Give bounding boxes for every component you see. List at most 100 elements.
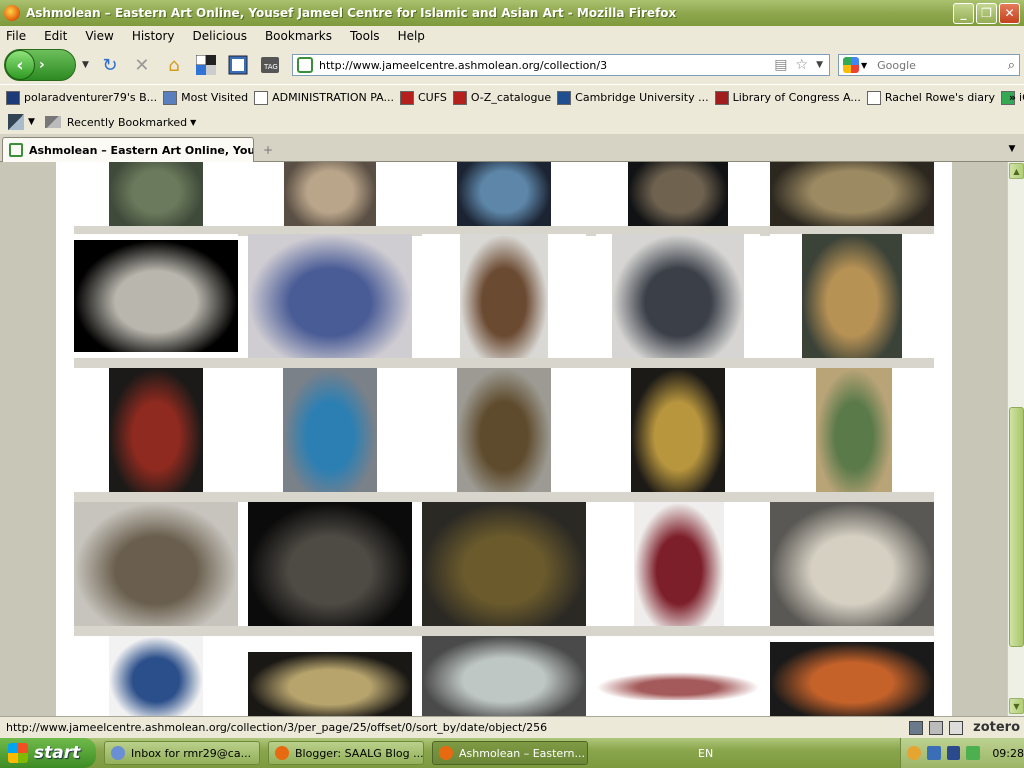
menu-delicious[interactable]: Delicious [191,29,249,43]
collection-item[interactable] [596,368,760,492]
item-thumbnail[interactable] [284,162,376,226]
tray-expand-icon[interactable] [907,746,921,760]
language-indicator[interactable]: EN [698,747,713,760]
url-dropdown-icon[interactable]: ▼ [816,60,823,70]
item-thumbnail[interactable] [109,636,203,716]
item-thumbnail[interactable] [612,234,744,358]
start-button[interactable]: start [0,738,96,768]
delicious-icon[interactable] [195,54,217,76]
bookmark-item[interactable]: ADMINISTRATION PA... [254,90,394,105]
vertical-scrollbar[interactable]: ▲ ▼ [1007,162,1024,716]
bookmark-star-icon[interactable]: ☆ [796,57,809,73]
menu-view[interactable]: View [83,29,115,43]
collection-item[interactable] [248,234,412,358]
bookmark-item[interactable]: polaradventurer79's B... [6,90,157,105]
collection-item[interactable] [248,368,412,492]
item-thumbnail[interactable] [802,234,902,358]
collection-item[interactable] [74,234,238,358]
bookmarks-panel-icon[interactable] [227,54,249,76]
item-thumbnail[interactable] [770,502,934,626]
item-thumbnail[interactable] [457,162,551,226]
collection-item[interactable] [74,636,238,716]
item-thumbnail[interactable] [770,642,934,716]
bookmark-item[interactable]: Most Visited [163,90,248,105]
item-thumbnail[interactable] [457,368,551,492]
rss-page-icon[interactable]: ▤ [774,57,787,73]
menu-help[interactable]: Help [396,29,427,43]
collection-item[interactable] [422,502,586,626]
collection-item[interactable] [248,162,412,226]
collection-item[interactable] [74,368,238,492]
item-thumbnail[interactable] [816,368,892,492]
item-thumbnail[interactable] [770,162,934,226]
stop-icon[interactable]: ✕ [131,54,153,76]
item-thumbnail[interactable] [283,368,377,492]
taskbar-button[interactable]: Ashmolean – Eastern... [432,741,588,765]
tab-list-dropdown-icon[interactable]: ▼ [1004,140,1020,158]
item-thumbnail[interactable] [422,502,586,626]
url-input[interactable] [319,56,771,74]
collection-item[interactable] [248,636,412,716]
menu-bookmarks[interactable]: Bookmarks [263,29,334,43]
back-button[interactable]: ‹ [5,50,35,80]
item-thumbnail[interactable] [74,240,238,352]
collection-item[interactable] [770,636,934,716]
collection-item[interactable] [422,234,586,358]
taskbar-button[interactable]: Blogger: SAALG Blog ... [268,741,424,765]
item-thumbnail[interactable] [74,502,238,626]
item-thumbnail[interactable] [596,672,760,700]
search-input[interactable] [877,58,1008,72]
history-dropdown-icon[interactable]: ▼ [82,60,89,70]
menu-file[interactable]: File [4,29,28,43]
search-engine-icon[interactable] [843,57,859,73]
bookmark-item[interactable]: Cambridge University ... [557,90,709,105]
close-button[interactable]: ✕ [999,2,1020,24]
collection-item[interactable] [74,162,238,226]
minimize-button[interactable]: _ [953,2,974,24]
item-thumbnail[interactable] [460,234,548,358]
chevron-down-icon[interactable]: ▼ [28,117,35,127]
item-thumbnail[interactable] [248,652,412,716]
collection-item[interactable] [596,234,760,358]
mail-status-icon[interactable] [949,720,964,735]
collection-item[interactable] [74,502,238,626]
collection-item[interactable] [422,162,586,226]
bookmark-item[interactable]: O-Z_catalogue [452,90,551,105]
item-thumbnail[interactable] [248,502,412,626]
collection-item[interactable] [770,234,934,358]
menu-tools[interactable]: Tools [348,29,382,43]
security-icon[interactable] [966,746,981,760]
taskbar-button[interactable]: Inbox for rmr29@ca... [104,741,260,765]
menu-edit[interactable]: Edit [42,29,69,43]
bookmark-item[interactable]: CUFS [399,90,447,105]
item-thumbnail[interactable] [422,636,586,716]
address-bar[interactable]: ▤ ☆ ▼ [292,54,830,76]
maximize-button[interactable]: ❐ [976,2,997,24]
network-icon[interactable] [926,746,941,760]
delicious-status-icon[interactable] [909,720,924,735]
bookmarks-overflow-button[interactable]: » [1009,91,1016,104]
forward-button[interactable]: › [39,57,45,73]
search-bar[interactable]: ▼ ⌕ [838,54,1020,76]
tab-ashmolean[interactable]: Ashmolean – Eastern Art Online, You... [2,137,254,162]
reload-icon[interactable]: ↻ [99,54,121,76]
item-thumbnail[interactable] [248,234,412,358]
collection-item[interactable] [422,368,586,492]
item-thumbnail[interactable] [634,502,724,626]
collection-item[interactable] [770,368,934,492]
collection-item[interactable] [596,162,760,226]
engine-dropdown-icon[interactable]: ▼ [861,61,867,70]
collection-item[interactable] [770,162,934,226]
item-thumbnail[interactable] [628,162,728,226]
collection-item[interactable] [770,502,934,626]
item-thumbnail[interactable] [631,368,725,492]
scrollbar-thumb[interactable] [1009,407,1024,647]
scroll-down-icon[interactable]: ▼ [1009,698,1024,714]
grid-status-icon[interactable] [929,720,944,735]
zotero-button[interactable]: zotero [973,720,1020,735]
shield-icon[interactable] [946,746,961,760]
item-thumbnail[interactable] [109,368,203,492]
collection-item[interactable] [422,636,586,716]
collection-item[interactable] [596,636,760,716]
collection-item[interactable] [248,502,412,626]
